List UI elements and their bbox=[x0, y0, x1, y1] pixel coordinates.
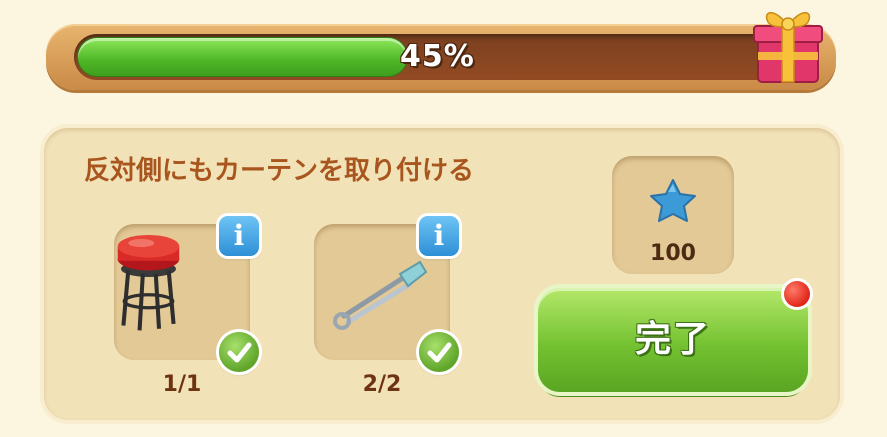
task-title: 反対側にもカーテンを取り付ける bbox=[84, 156, 475, 186]
item-info-icon[interactable]: i bbox=[219, 216, 259, 256]
gift-box-icon[interactable] bbox=[748, 0, 830, 86]
complete-button-label: 完了 bbox=[634, 319, 711, 360]
progress-percent-label: 45% bbox=[400, 39, 475, 74]
blue-star-icon bbox=[650, 179, 696, 222]
bar-stool-icon bbox=[117, 234, 180, 331]
item-count: 2/2 bbox=[362, 372, 402, 397]
checkmark-icon bbox=[219, 332, 259, 372]
progress-bar-fill bbox=[78, 38, 407, 76]
item-info-icon[interactable]: i bbox=[419, 216, 459, 256]
task-screen: 45% 反対側にもカーテンを取り付ける i 1/1 i 2/2 100 完了 bbox=[0, 0, 887, 437]
notification-dot bbox=[784, 281, 810, 307]
item-count: 1/1 bbox=[162, 372, 202, 397]
reward-amount: 100 bbox=[650, 241, 696, 266]
checkmark-icon bbox=[419, 332, 459, 372]
complete-button[interactable]: 完了 bbox=[538, 288, 808, 392]
